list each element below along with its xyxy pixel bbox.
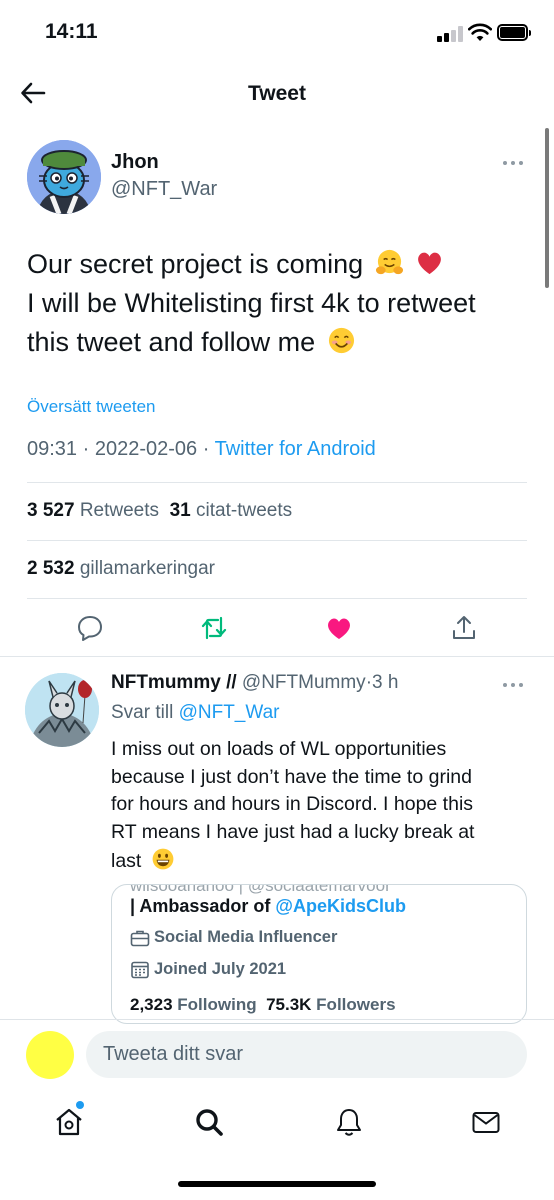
translate-tweet-link[interactable]: Översätt tweeten xyxy=(27,397,156,417)
divider xyxy=(27,598,527,599)
share-icon[interactable] xyxy=(449,613,479,643)
more-icon[interactable] xyxy=(503,681,527,689)
status-bar: 14:11 xyxy=(0,0,554,62)
tweet-source-link[interactable]: Twitter for Android xyxy=(215,438,376,460)
divider xyxy=(0,656,554,657)
like-stats[interactable]: 2 532 gillamarkeringar xyxy=(27,558,215,580)
calendar-icon xyxy=(131,961,149,978)
separator: · xyxy=(202,438,210,460)
following-count: 2,323 xyxy=(130,995,173,1014)
notifications-icon[interactable] xyxy=(333,1106,365,1138)
messages-icon[interactable] xyxy=(470,1106,502,1138)
tweet-time: 09:31 xyxy=(27,438,78,460)
current-user-avatar[interactable] xyxy=(26,1031,74,1079)
card-bio-prefix: | Ambassador of xyxy=(130,896,271,916)
following-label: Following xyxy=(177,995,257,1014)
status-time: 14:11 xyxy=(45,20,98,43)
tweet-text-line: this tweet and follow me xyxy=(27,323,537,362)
followers-count: 75.3K xyxy=(266,995,312,1014)
separator: · xyxy=(82,438,90,460)
reply-to-handle[interactable]: @NFT_War xyxy=(179,702,280,723)
likes-count: 2 532 xyxy=(27,558,75,579)
hugging-face-emoji-icon xyxy=(375,249,403,275)
grinning-face-emoji-icon xyxy=(152,848,174,870)
tweet-metadata: 09:31 · 2022-02-06 · Twitter for Android xyxy=(27,438,376,461)
reply-header: NFTmummy // @NFTMummy·3 h xyxy=(111,672,398,694)
scrollbar[interactable] xyxy=(545,128,549,288)
page-title: Tweet xyxy=(248,82,306,105)
divider xyxy=(0,1019,554,1020)
tweet-text-line: I will be Whitelisting first 4k to retwe… xyxy=(27,288,476,318)
retweet-stats[interactable]: 3 527 Retweets 31 citat-tweets xyxy=(27,500,292,522)
reply-text-line: because I just don’t have the time to gr… xyxy=(111,765,472,788)
followers-label: Followers xyxy=(316,995,396,1014)
divider xyxy=(27,482,527,483)
home-icon[interactable] xyxy=(53,1106,85,1138)
reply-text-line: last xyxy=(111,847,531,876)
home-indicator xyxy=(178,1181,376,1187)
card-joined: Joined July 2021 xyxy=(130,960,286,979)
reply-text-line: for hours and hours in Discord. I hope t… xyxy=(111,793,474,816)
tweet-text: Our secret project is coming I will be W… xyxy=(27,245,537,362)
card-cut-text: wilsooarianoo | @sociaatemarvoor xyxy=(130,884,391,895)
briefcase-icon xyxy=(130,930,150,946)
reply-to-label: Svar till xyxy=(111,702,174,723)
likes-label: gillamarkeringar xyxy=(79,558,215,579)
search-icon[interactable] xyxy=(193,1106,225,1138)
smiling-face-emoji-icon xyxy=(328,327,354,354)
like-icon[interactable] xyxy=(324,613,354,643)
author-avatar-image xyxy=(27,140,101,214)
cellular-signal-icon xyxy=(437,26,463,42)
quotes-label: citat-tweets xyxy=(196,500,293,521)
author-avatar[interactable] xyxy=(27,140,101,214)
home-notification-dot xyxy=(76,1101,84,1109)
tweet-text-line: Our secret project is coming xyxy=(27,245,537,284)
more-icon[interactable] xyxy=(503,159,527,167)
profile-card[interactable]: wilsooarianoo | @sociaatemarvoor | Ambas… xyxy=(111,884,527,1024)
quotes-count: 31 xyxy=(169,500,191,521)
author-name[interactable]: Jhon xyxy=(111,151,159,174)
reply-input[interactable] xyxy=(86,1031,527,1078)
retweets-count: 3 527 xyxy=(27,500,75,521)
tweet-date: 2022-02-06 xyxy=(94,438,198,460)
reply-text-line: RT means I have just had a lucky break a… xyxy=(111,821,475,844)
retweets-label: Retweets xyxy=(79,500,160,521)
divider xyxy=(27,540,527,541)
reply-text-line: I miss out on loads of WL opportunities xyxy=(111,738,447,760)
replying-to: Svar till @NFT_War xyxy=(111,702,280,724)
card-follow-stats: 2,323 Following 75.3K Followers xyxy=(130,995,396,1015)
author-handle[interactable]: @NFT_War xyxy=(111,178,217,201)
reply-author-avatar-image xyxy=(25,673,99,747)
reply-icon[interactable] xyxy=(75,613,105,643)
card-bio-handle[interactable]: @ApeKidsClub xyxy=(275,896,406,916)
reply-author-avatar[interactable] xyxy=(25,673,99,747)
reply-author-name[interactable]: NFTmummy // xyxy=(111,672,237,693)
reply-text: I miss out on loads of WL opportunities … xyxy=(111,736,531,876)
red-heart-emoji-icon xyxy=(418,252,442,275)
retweet-icon[interactable] xyxy=(199,613,229,643)
reply-author-handle[interactable]: @NFTMummy xyxy=(242,672,366,693)
wifi-icon xyxy=(468,23,492,41)
reply-age: 3 h xyxy=(372,672,399,693)
battery-icon xyxy=(497,24,531,41)
tweet-header: Tweet xyxy=(0,62,554,126)
card-occupation: Social Media Influencer xyxy=(130,928,337,947)
card-bio: | Ambassador of @ApeKidsClub xyxy=(130,896,406,917)
